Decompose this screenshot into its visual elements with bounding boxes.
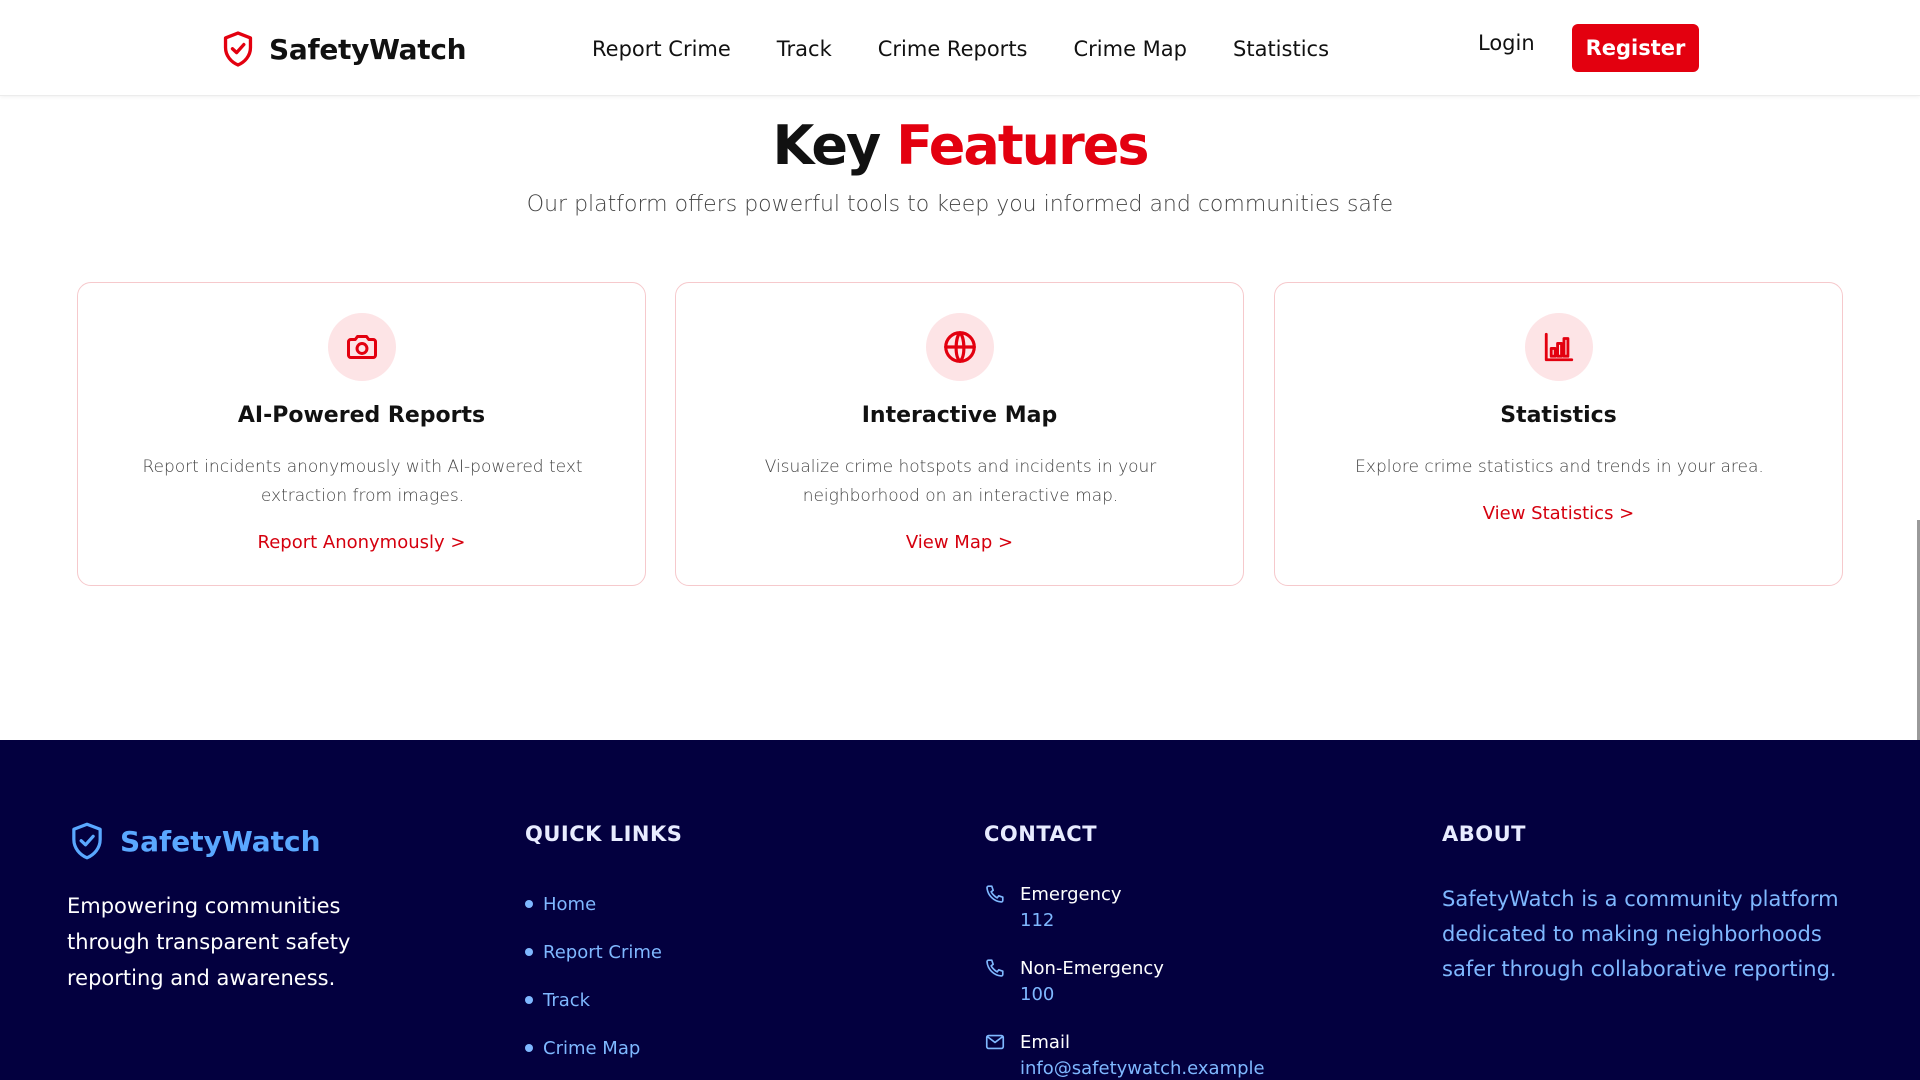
view-statistics-link[interactable]: View Statistics > (1275, 503, 1842, 524)
footer-link-track[interactable]: Track (525, 976, 662, 1024)
quick-links-heading: QUICK LINKS (525, 822, 683, 846)
contact-item-email: Email info@safetywatch.example (984, 1030, 1265, 1080)
footer-link-report-crime[interactable]: Report Crime (525, 928, 662, 976)
section-subtitle: Our platform offers powerful tools to ke… (526, 192, 1394, 217)
nav-report-crime[interactable]: Report Crime (592, 37, 731, 61)
nav-crime-reports[interactable]: Crime Reports (878, 37, 1028, 61)
footer-tagline: Empowering communities through transpare… (67, 894, 351, 990)
contact-item-emergency: Emergency 112 (984, 882, 1265, 934)
feature-card-statistics: Statistics Explore crime statistics and … (1274, 282, 1843, 586)
card-description: Explore crime statistics and trends in y… (1355, 457, 1764, 477)
main-nav: Report Crime Track Crime Reports Crime M… (592, 30, 1329, 68)
nav-crime-map[interactable]: Crime Map (1074, 37, 1188, 61)
nav-track[interactable]: Track (777, 37, 832, 61)
quick-links-list: Home Report Crime Track Crime Map (525, 880, 662, 1072)
card-title: AI-Powered Reports (237, 403, 486, 428)
feature-card-ai-reports: AI-Powered Reports Report incidents anon… (77, 282, 646, 586)
card-description: Report incidents anonymously with AI-pow… (142, 457, 583, 506)
view-map-link[interactable]: View Map > (676, 532, 1243, 553)
footer-brand-name: SafetyWatch (120, 824, 321, 858)
brand-logo-link[interactable]: SafetyWatch (221, 29, 467, 69)
site-header: SafetyWatch Report Crime Track Crime Rep… (0, 0, 1920, 96)
card-title: Interactive Map (861, 403, 1058, 428)
contact-value[interactable]: info@safetywatch.example (1020, 1056, 1265, 1080)
bullet-icon (525, 900, 533, 908)
globe-icon (925, 313, 994, 381)
contact-value[interactable]: 100 (1020, 982, 1164, 1008)
nav-statistics[interactable]: Statistics (1233, 37, 1329, 61)
bar-chart-icon (1524, 313, 1593, 381)
contact-label: Emergency (1020, 884, 1122, 905)
mail-icon (985, 1034, 1005, 1050)
section-title-accent: Features (896, 114, 1149, 177)
bullet-icon (525, 996, 533, 1004)
card-title: Statistics (1500, 403, 1617, 428)
section-title-plain: Key (772, 114, 882, 177)
footer-link-crime-map[interactable]: Crime Map (525, 1024, 662, 1072)
site-footer: SafetyWatch Empowering communities throu… (0, 740, 1920, 1080)
bullet-icon (525, 1044, 533, 1052)
contact-label: Non-Emergency (1020, 958, 1164, 979)
contact-value[interactable]: 112 (1020, 908, 1122, 934)
card-description: Visualize crime hotspots and incidents i… (764, 457, 1157, 506)
shield-check-icon (223, 31, 253, 67)
register-button[interactable]: Register (1572, 24, 1699, 72)
report-anonymously-link[interactable]: Report Anonymously > (78, 532, 645, 553)
brand-name: SafetyWatch (269, 32, 467, 66)
footer-link-label: Crime Map (543, 1037, 641, 1059)
login-link[interactable]: Login (1478, 31, 1535, 55)
phone-icon (986, 959, 1004, 977)
feature-card-interactive-map: Interactive Map Visualize crime hotspots… (675, 282, 1244, 586)
footer-brand: SafetyWatch (68, 822, 321, 860)
footer-link-label: Report Crime (543, 941, 662, 963)
contact-list: Emergency 112 Non-Emergency 100 Email in… (984, 882, 1265, 1080)
phone-icon (986, 885, 1004, 903)
about-heading: ABOUT (1442, 822, 1526, 846)
footer-link-label: Track (543, 989, 591, 1011)
section-title: Key Features (0, 114, 1920, 177)
footer-link-label: Home (543, 893, 597, 915)
contact-item-non-emergency: Non-Emergency 100 (984, 956, 1265, 1008)
bullet-icon (525, 948, 533, 956)
footer-link-home[interactable]: Home (525, 880, 662, 928)
contact-heading: CONTACT (984, 822, 1098, 846)
about-text: SafetyWatch is a community platform dedi… (1442, 887, 1839, 981)
contact-label: Email (1020, 1032, 1070, 1053)
shield-check-icon (72, 822, 102, 860)
camera-icon (327, 313, 396, 381)
